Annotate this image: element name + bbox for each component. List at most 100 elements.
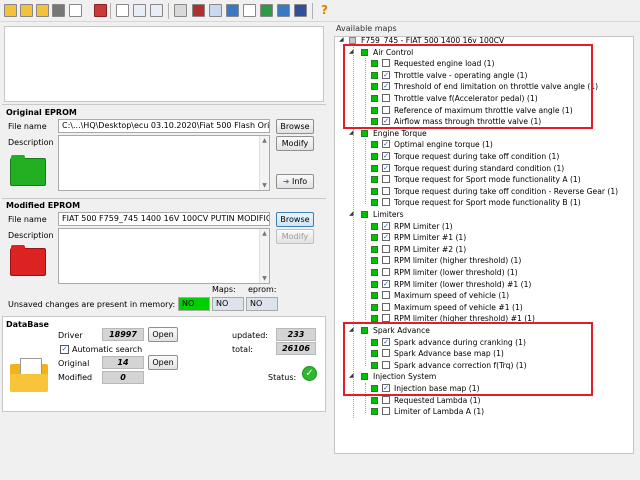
driver-label: Driver bbox=[58, 331, 83, 340]
map-checkbox[interactable]: ✓ bbox=[382, 140, 390, 149]
checksum-icon[interactable] bbox=[192, 4, 205, 17]
tree-map-item[interactable]: RPM limiter (higher threshold) (1) bbox=[335, 255, 633, 266]
scroll-down-icon[interactable]: ▼ bbox=[261, 182, 268, 189]
map-checkbox[interactable] bbox=[382, 244, 390, 253]
map-checkbox[interactable] bbox=[382, 256, 390, 265]
tree-map-item[interactable]: Torque request for Sport mode functional… bbox=[335, 174, 633, 185]
scroll-up-icon[interactable]: ▲ bbox=[261, 230, 268, 237]
tree-map-item[interactable]: ✓ RPM limiter (lower threshold) #1 (1) bbox=[335, 279, 633, 290]
total-label: total: bbox=[232, 345, 253, 354]
tree-map-label: RPM Limiter #1 (1) bbox=[394, 233, 467, 243]
map-checkbox[interactable] bbox=[382, 268, 390, 276]
graph-icon[interactable] bbox=[133, 4, 146, 17]
original-file-label: File name bbox=[8, 122, 47, 131]
modified-description-scrollbar[interactable]: ▲ ▼ bbox=[259, 229, 269, 283]
save-as-icon[interactable] bbox=[36, 4, 49, 17]
save-icon[interactable] bbox=[20, 4, 33, 17]
collapse-icon[interactable]: ◢ bbox=[339, 37, 345, 43]
automatic-search-checkbox[interactable]: ✓ bbox=[60, 345, 69, 354]
original-file-field[interactable]: C:\...\HQ\Desktop\ecu 03.10.2020\Fiat 50… bbox=[58, 119, 270, 133]
help-icon[interactable]: ? bbox=[318, 4, 331, 17]
map-checkbox[interactable] bbox=[382, 395, 390, 404]
tree-map-item[interactable]: ✓ Torque request during take off conditio… bbox=[335, 151, 633, 162]
tree-map-item[interactable]: ✓ Optimal engine torque (1) bbox=[335, 139, 633, 150]
modified-description-field[interactable]: ▲ ▼ bbox=[58, 228, 270, 284]
tree-map-item[interactable]: Maximum speed of vehicle (1) bbox=[335, 290, 633, 301]
eprom-header: eprom: bbox=[248, 285, 277, 294]
map-checkbox[interactable]: ✓ bbox=[382, 163, 390, 172]
tree-map-item[interactable]: Torque request for Sport mode functional… bbox=[335, 197, 633, 208]
total-value: 26106 bbox=[276, 342, 316, 355]
tree-group[interactable]: ◢ Engine Torque bbox=[335, 128, 633, 139]
map-icon bbox=[371, 280, 378, 288]
original-browse-button[interactable]: Browse bbox=[276, 119, 314, 134]
tree-map-label: RPM Limiter (1) bbox=[394, 221, 453, 231]
original-description-field[interactable]: ▲ ▼ bbox=[58, 135, 270, 191]
table-icon[interactable] bbox=[116, 4, 129, 17]
tree-map-item[interactable]: ✓ Torque request during standard conditio… bbox=[335, 163, 633, 174]
group-map-icon bbox=[361, 129, 368, 137]
open-icon[interactable] bbox=[4, 4, 17, 17]
left-panel: Original EPROM File name C:\...\HQ\Deskt… bbox=[0, 22, 330, 480]
sum-icon[interactable] bbox=[243, 4, 256, 17]
modified-browse-button[interactable]: Browse bbox=[276, 212, 314, 227]
display-icon[interactable] bbox=[277, 4, 290, 17]
tree-map-label: Requested Lambda (1) bbox=[394, 395, 481, 405]
tree-map-label: Torque request for Sport mode functional… bbox=[394, 175, 581, 185]
map-checkbox[interactable] bbox=[382, 186, 390, 195]
info-icon[interactable] bbox=[226, 4, 239, 17]
database-folder-icon bbox=[10, 358, 48, 392]
expand-toggle-icon[interactable]: ◢ bbox=[349, 129, 355, 136]
tree-map-item[interactable]: ✓ RPM Limiter (1) bbox=[335, 221, 633, 232]
expand-toggle-icon[interactable]: ◢ bbox=[349, 211, 355, 217]
tree-connector bbox=[365, 139, 366, 204]
original-folder-icon bbox=[10, 155, 46, 186]
map-checkbox[interactable] bbox=[382, 302, 390, 311]
driver-count: 18997 bbox=[102, 328, 144, 341]
original-modify-button[interactable]: Modify bbox=[276, 136, 314, 151]
tree-map-item[interactable]: Maximum speed of vehicle #1 (1) bbox=[335, 302, 633, 313]
tree-map-item[interactable]: RPM Limiter #2 (1) bbox=[335, 244, 633, 255]
original-info-button[interactable]: ➜ Info bbox=[276, 174, 314, 189]
battery-icon[interactable] bbox=[260, 4, 273, 17]
monitor-icon[interactable] bbox=[294, 4, 307, 17]
tree-map-item[interactable]: Requested Lambda (1) bbox=[335, 395, 633, 406]
map-checkbox[interactable] bbox=[382, 198, 390, 207]
maps-status: NO bbox=[212, 297, 244, 311]
modified-modify-button[interactable]: Modify bbox=[276, 229, 314, 244]
delete-icon[interactable] bbox=[94, 4, 107, 17]
map-checkbox[interactable]: ✓ bbox=[382, 233, 390, 242]
modified-file-field[interactable]: FIAT 500 F759_745 1400 16V 100CV PUTIN M… bbox=[58, 212, 270, 226]
window-icon[interactable] bbox=[52, 4, 65, 17]
driver-open-button[interactable]: Open bbox=[148, 327, 178, 342]
tree-map-item[interactable]: ✓ RPM Limiter #1 (1) bbox=[335, 232, 633, 243]
original-count-label: Original bbox=[58, 359, 90, 368]
map-checkbox[interactable]: ✓ bbox=[382, 221, 390, 230]
tree-map-label: Limiter of Lambda A (1) bbox=[394, 407, 485, 417]
map-checkbox[interactable] bbox=[382, 175, 390, 184]
map-icon bbox=[371, 396, 378, 404]
tools-icon[interactable] bbox=[174, 4, 187, 17]
status-label: Status: bbox=[268, 373, 297, 382]
chart-icon[interactable] bbox=[150, 4, 163, 17]
scroll-up-icon[interactable]: ▲ bbox=[261, 137, 268, 144]
map-checkbox[interactable] bbox=[382, 407, 390, 416]
map-icon bbox=[371, 257, 378, 265]
spark-injection-highlight bbox=[343, 322, 593, 396]
map-checkbox[interactable]: ✓ bbox=[382, 152, 390, 160]
scroll-down-icon[interactable]: ▼ bbox=[261, 275, 268, 282]
tree-group[interactable]: ◢ Limiters bbox=[335, 209, 633, 220]
map-checkbox[interactable]: ✓ bbox=[382, 279, 390, 288]
tree-map-item[interactable]: RPM limiter (lower threshold) (1) bbox=[335, 267, 633, 278]
group-map-icon bbox=[361, 211, 368, 218]
grid-icon[interactable] bbox=[69, 4, 82, 17]
tree-map-item[interactable]: Limiter of Lambda A (1) bbox=[335, 406, 633, 417]
compare-icon[interactable] bbox=[209, 4, 222, 17]
app-window: ? Original EPROM File name C:\...\HQ\Des… bbox=[0, 0, 640, 480]
original-open-button[interactable]: Open bbox=[148, 355, 178, 370]
modified-eprom-title: Modified EPROM bbox=[6, 201, 81, 210]
map-icon bbox=[371, 187, 378, 195]
map-checkbox[interactable] bbox=[382, 291, 390, 300]
tree-map-item[interactable]: Torque request during take off condition… bbox=[335, 186, 633, 197]
original-description-scrollbar[interactable]: ▲ ▼ bbox=[259, 136, 269, 190]
